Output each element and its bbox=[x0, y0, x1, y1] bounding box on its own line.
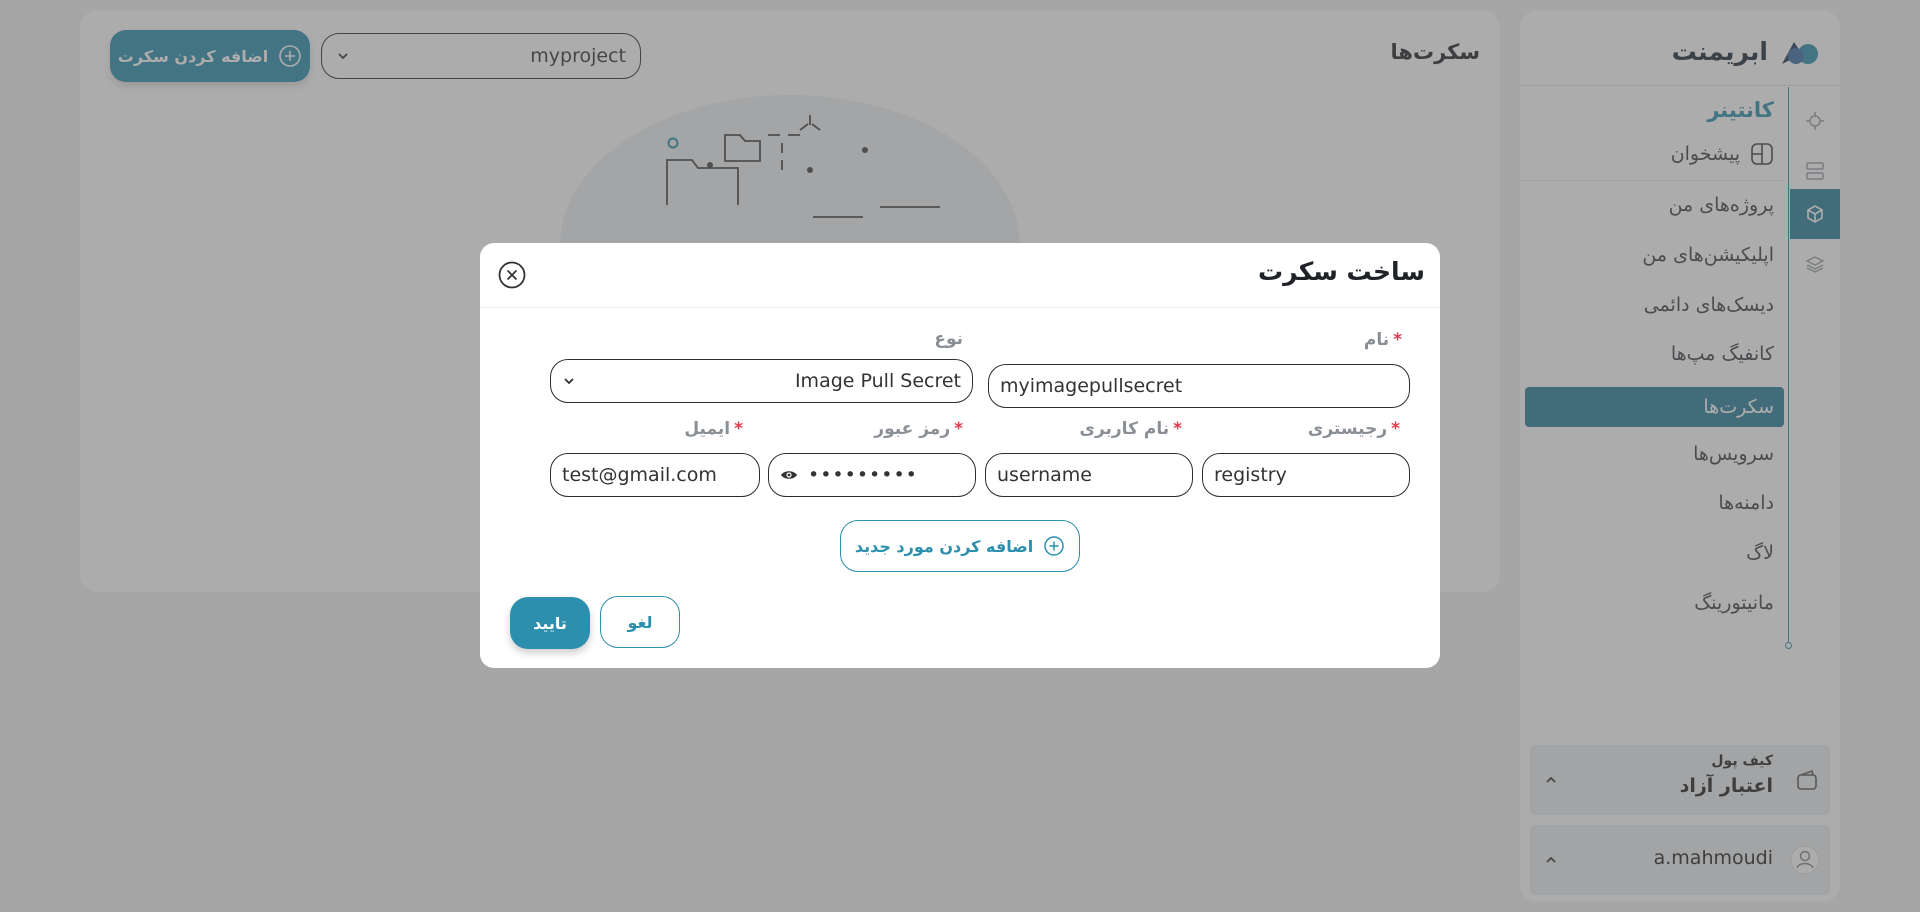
password-label: *رمز عبور bbox=[874, 419, 963, 439]
password-field[interactable]: ••••••••• bbox=[768, 453, 976, 497]
chevron-down-icon bbox=[564, 378, 574, 385]
registry-field[interactable]: registry bbox=[1202, 453, 1410, 497]
email-label: *ایمیل bbox=[684, 419, 743, 439]
required-mark: * bbox=[1391, 419, 1400, 439]
username-label-text: نام کاربری bbox=[1079, 419, 1170, 439]
required-mark: * bbox=[1173, 419, 1182, 439]
eye-icon[interactable] bbox=[780, 468, 798, 482]
username-field-value: username bbox=[997, 464, 1092, 486]
type-select-value: Image Pull Secret bbox=[794, 370, 961, 392]
name-label: *نام bbox=[1364, 330, 1402, 350]
name-label-text: نام bbox=[1363, 330, 1390, 350]
registry-label-text: رجیستری bbox=[1307, 419, 1388, 439]
plus-circle-icon bbox=[1044, 536, 1064, 556]
username-label: *نام کاربری bbox=[1079, 419, 1182, 439]
dialog-header: ساخت سکرت bbox=[480, 243, 1440, 308]
type-label: نوع bbox=[934, 329, 963, 349]
confirm-button[interactable]: تایید bbox=[510, 597, 590, 649]
close-icon[interactable] bbox=[498, 261, 526, 289]
password-label-text: رمز عبور bbox=[874, 419, 951, 439]
name-field[interactable]: myimagepullsecret bbox=[988, 364, 1410, 408]
registry-field-value: registry bbox=[1214, 464, 1287, 486]
required-mark: * bbox=[954, 419, 963, 439]
add-item-label: اضافه کردن مورد جدید bbox=[854, 536, 1034, 556]
name-field-value: myimagepullsecret bbox=[1000, 375, 1183, 397]
dialog-title: ساخت سکرت bbox=[1258, 257, 1425, 286]
create-secret-dialog: ساخت سکرت *نام myimagepullsecret نوع Ima… bbox=[480, 243, 1440, 668]
username-field[interactable]: username bbox=[985, 453, 1193, 497]
required-mark: * bbox=[1393, 330, 1402, 350]
email-field[interactable]: test@gmail.com bbox=[550, 453, 760, 497]
email-label-text: ایمیل bbox=[684, 419, 731, 439]
add-item-button[interactable]: اضافه کردن مورد جدید bbox=[840, 520, 1080, 572]
type-select[interactable]: Image Pull Secret bbox=[550, 359, 973, 403]
registry-label: *رجیستری bbox=[1308, 419, 1400, 439]
password-field-value: ••••••••• bbox=[808, 464, 918, 486]
cancel-button[interactable]: لغو bbox=[600, 596, 680, 648]
required-mark: * bbox=[734, 419, 743, 439]
email-field-value: test@gmail.com bbox=[562, 464, 717, 486]
